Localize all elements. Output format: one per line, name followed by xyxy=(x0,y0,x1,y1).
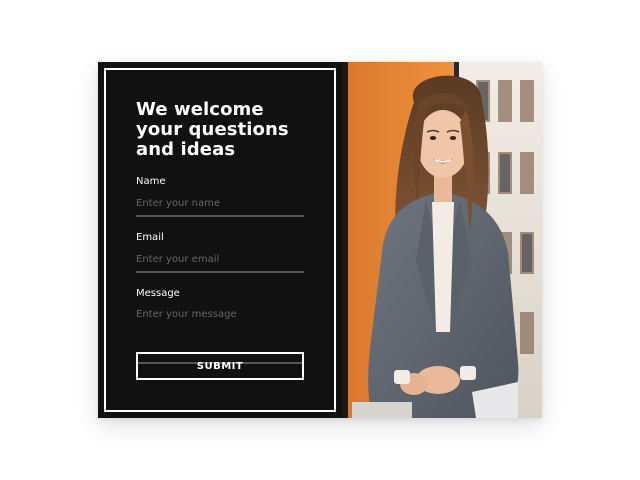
email-input[interactable] xyxy=(136,248,304,273)
contact-form-panel: We welcome your questions and ideas Name… xyxy=(98,62,342,418)
email-label: Email xyxy=(136,232,164,243)
email-field-group: Email xyxy=(136,232,304,273)
name-field-group: Name xyxy=(136,176,304,217)
submit-button[interactable]: SUBMIT xyxy=(136,352,304,380)
name-input[interactable] xyxy=(136,192,304,217)
message-label: Message xyxy=(136,288,180,299)
form-title: We welcome your questions and ideas xyxy=(136,99,289,160)
name-label: Name xyxy=(136,176,166,187)
portrait-photo xyxy=(342,62,542,418)
portrait-illustration xyxy=(342,62,542,418)
form-frame: We welcome your questions and ideas Name… xyxy=(104,68,336,412)
contact-card: We welcome your questions and ideas Name… xyxy=(98,62,542,418)
